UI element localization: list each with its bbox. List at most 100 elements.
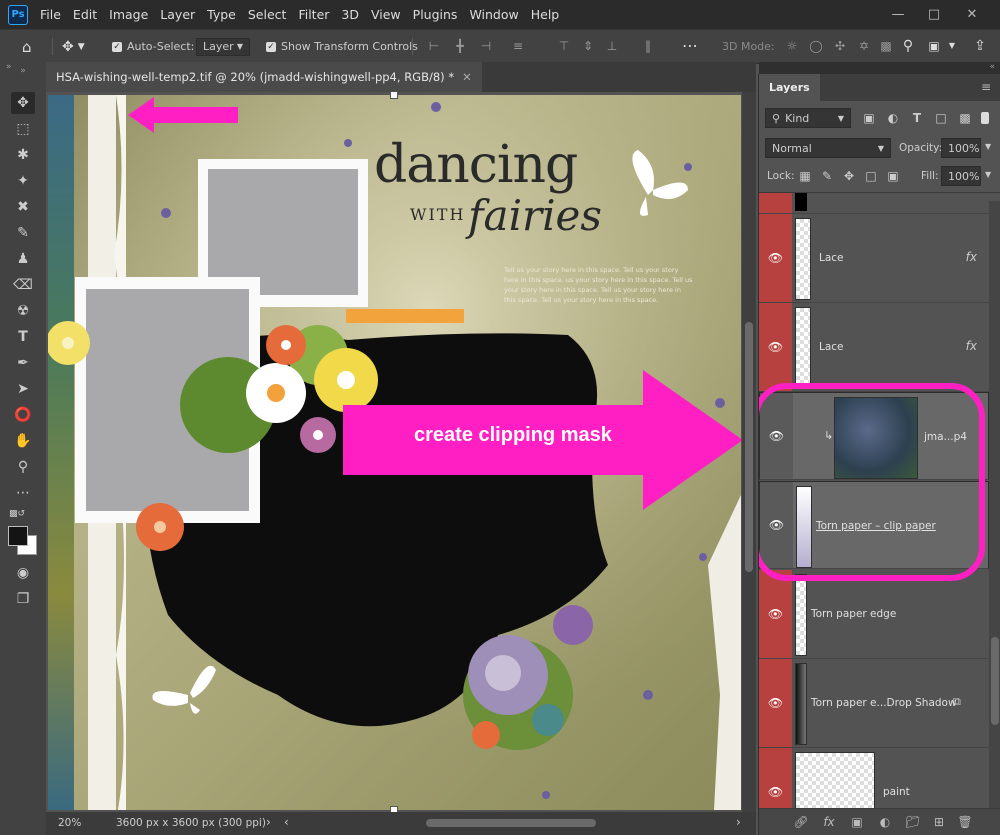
- canvas-horizontal-scroll-thumb[interactable]: [426, 819, 596, 827]
- align-left-icon[interactable]: ⊢: [426, 38, 442, 54]
- lock-pixels-icon[interactable]: ✎: [819, 168, 835, 184]
- opacity-field[interactable]: 100%: [941, 138, 981, 158]
- filter-pixel-icon[interactable]: ▣: [861, 110, 877, 126]
- workspace-dropdown-icon[interactable]: ▼: [944, 38, 960, 54]
- layer-row-torn-paper-edge[interactable]: 👁︎ Torn paper edge: [759, 570, 989, 659]
- layer-name[interactable]: Lace: [819, 341, 844, 353]
- more-options-icon[interactable]: ⋯: [682, 38, 698, 54]
- trash-icon[interactable]: 🗑︎: [957, 814, 973, 830]
- canvas-vertical-scrollbar[interactable]: [742, 92, 756, 812]
- collapse-icon[interactable]: »: [11, 66, 35, 76]
- magic-wand-icon[interactable]: ✦: [11, 170, 35, 192]
- layers-tab[interactable]: Layers: [759, 74, 820, 101]
- eraser-tool-icon[interactable]: ⌫: [11, 274, 35, 296]
- layer-row-paint[interactable]: 👁︎ paint: [759, 748, 989, 810]
- layer-filter-dropdown[interactable]: ⚲ Kind ▼: [765, 108, 851, 128]
- lasso-tool-icon[interactable]: ✱: [11, 144, 35, 166]
- zoom-level[interactable]: 20%: [58, 817, 81, 829]
- 3d-roll-icon[interactable]: ◯: [808, 38, 824, 54]
- minimize-icon[interactable]: —: [880, 0, 916, 29]
- auto-select-checkbox[interactable]: ✓ Auto-Select:: [112, 30, 194, 63]
- menu-select[interactable]: Select: [242, 7, 293, 22]
- hand-tool-icon[interactable]: ✋: [11, 430, 35, 452]
- fill-field[interactable]: 100%: [941, 166, 981, 186]
- canvas-scroll-thumb[interactable]: [745, 322, 753, 572]
- eye-icon[interactable]: 👁︎: [759, 303, 792, 391]
- menu-help[interactable]: Help: [525, 7, 566, 22]
- layer-row-torn-paper-clip[interactable]: 👁︎ Torn paper – clip paper: [759, 481, 989, 569]
- menu-view[interactable]: View: [365, 7, 407, 22]
- 3d-scale-icon[interactable]: ▩: [878, 38, 894, 54]
- fill-tool-icon[interactable]: ☢: [11, 300, 35, 322]
- layer-name[interactable]: Torn paper edge: [811, 608, 896, 620]
- align-right-icon[interactable]: ⊣: [478, 38, 494, 54]
- eye-icon[interactable]: 👁︎: [760, 393, 793, 479]
- align-center-icon[interactable]: ╋: [452, 38, 468, 54]
- eye-icon[interactable]: 👁︎: [759, 214, 792, 302]
- marquee-tool-icon[interactable]: ⬚: [11, 118, 35, 140]
- distribute-icon[interactable]: ≡: [510, 38, 526, 54]
- menu-filter[interactable]: Filter: [292, 7, 335, 22]
- layer-row-lace-1[interactable]: 👁︎ Lace fx: [759, 214, 989, 303]
- eye-icon[interactable]: 👁︎: [760, 482, 793, 568]
- panel-menu-icon[interactable]: ≡: [981, 80, 991, 94]
- lock-position-icon[interactable]: ✥: [841, 168, 857, 184]
- document-tab[interactable]: HSA-wishing-well-temp2.tif @ 20% (jmadd-…: [46, 62, 482, 92]
- status-menu-icon[interactable]: ›: [266, 815, 271, 829]
- align-bottom-icon[interactable]: ⊥: [604, 38, 620, 54]
- lock-artboard-icon[interactable]: □: [863, 168, 879, 184]
- move-tool-icon[interactable]: ✥: [11, 92, 35, 114]
- align-middle-icon[interactable]: ⇕: [580, 38, 596, 54]
- screen-mode-icon[interactable]: ❐: [11, 588, 35, 610]
- menu-edit[interactable]: Edit: [67, 7, 103, 22]
- layer-row-torn-paper-shadow[interactable]: 👁︎ Torn paper e...Drop Shadow ⧉: [759, 659, 989, 748]
- layers-scroll-thumb[interactable]: [991, 637, 999, 725]
- filter-toggle-icon[interactable]: [981, 112, 989, 124]
- expand-panel-icon[interactable]: »: [6, 62, 12, 72]
- eye-icon[interactable]: 👁︎: [759, 659, 792, 747]
- menu-image[interactable]: Image: [103, 7, 154, 22]
- workspace-icon[interactable]: ▣: [926, 38, 942, 54]
- close-window-icon[interactable]: ✕: [954, 0, 990, 29]
- maximize-icon[interactable]: □: [916, 0, 952, 29]
- visibility-icon[interactable]: [759, 193, 792, 213]
- layer-name[interactable]: Lace: [819, 252, 844, 264]
- eye-icon[interactable]: 👁︎: [759, 570, 792, 658]
- transform-handle-top[interactable]: [390, 91, 398, 99]
- blend-mode-dropdown[interactable]: Normal ▼: [765, 138, 891, 158]
- layer-name[interactable]: Torn paper e...Drop Shadow: [811, 697, 957, 709]
- fill-dropdown-icon[interactable]: ▼: [985, 170, 991, 179]
- fx-icon[interactable]: fx: [966, 250, 977, 264]
- layer-name[interactable]: Torn paper – clip paper: [816, 520, 936, 532]
- scroll-left-icon[interactable]: ‹: [284, 815, 289, 829]
- scroll-right-icon[interactable]: ›: [736, 815, 741, 829]
- layer-row-partial[interactable]: [759, 193, 989, 214]
- default-colors-icon[interactable]: ▩↺: [9, 509, 25, 519]
- move-tool-preset-icon[interactable]: ✥ ▼: [62, 30, 85, 63]
- eyedropper-icon[interactable]: ✖: [11, 196, 35, 218]
- menu-window[interactable]: Window: [463, 7, 524, 22]
- menu-3d[interactable]: 3D: [335, 7, 365, 22]
- stamp-tool-icon[interactable]: ♟: [11, 248, 35, 270]
- home-icon[interactable]: ⌂: [22, 30, 32, 63]
- opacity-dropdown-icon[interactable]: ▼: [985, 142, 991, 151]
- menu-file[interactable]: File: [34, 7, 67, 22]
- foreground-color-swatch[interactable]: [8, 526, 28, 546]
- path-select-icon[interactable]: ➤: [11, 378, 35, 400]
- fx-icon[interactable]: fx: [966, 339, 977, 353]
- share-icon[interactable]: ⇪: [972, 38, 988, 54]
- 3d-orbit-icon[interactable]: ☼: [784, 38, 800, 54]
- ellipse-tool-icon[interactable]: ⭕: [11, 404, 35, 426]
- auto-select-dropdown[interactable]: Layer ▼: [196, 37, 250, 56]
- menu-plugins[interactable]: Plugins: [407, 7, 464, 22]
- filter-adjustment-icon[interactable]: ◐: [885, 110, 901, 126]
- mask-icon[interactable]: ▣: [849, 814, 865, 830]
- lock-all-icon[interactable]: ▣: [885, 168, 901, 184]
- close-tab-icon[interactable]: ✕: [462, 70, 472, 84]
- search-icon[interactable]: ⚲: [900, 38, 916, 54]
- artwork-canvas[interactable]: dancing WITH fairies Tell us your story …: [48, 95, 741, 810]
- show-transform-checkbox[interactable]: ✓ Show Transform Controls: [266, 30, 418, 63]
- collapse-panels-icon[interactable]: «: [759, 62, 1000, 74]
- filter-smart-object-icon[interactable]: ▩: [957, 110, 973, 126]
- lock-transparency-icon[interactable]: ▦: [797, 168, 813, 184]
